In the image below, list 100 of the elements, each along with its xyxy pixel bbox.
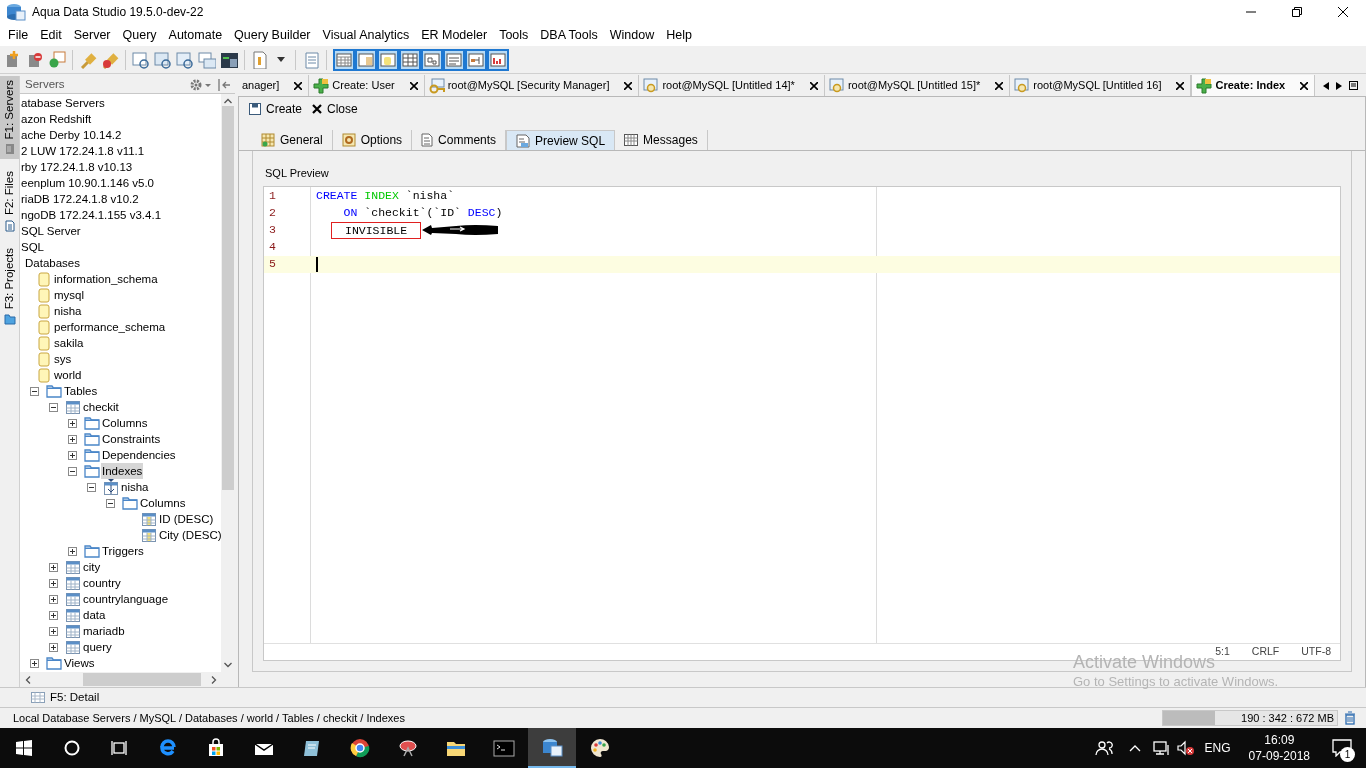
toolbar-button[interactable]: Close <box>310 99 360 119</box>
sub-tab[interactable]: General <box>252 130 333 150</box>
tree-toggle[interactable] <box>68 450 77 460</box>
tree-item[interactable]: Columns <box>101 415 149 431</box>
tree-toggle[interactable] <box>30 658 39 668</box>
tree-item[interactable]: data <box>82 607 107 623</box>
tree-item[interactable]: sys <box>53 351 73 367</box>
tree-item[interactable]: azon Redshift <box>20 111 93 127</box>
editor-tab[interactable]: Create: User <box>309 75 425 96</box>
view-toggle-button[interactable] <box>421 48 443 71</box>
sub-tab[interactable]: Messages <box>615 130 708 150</box>
side-tab[interactable]: F1: Servers <box>0 76 19 160</box>
tree-item[interactable]: 2 LUW 172.24.1.8 v11.1 <box>20 143 146 159</box>
tree-item[interactable]: mariadb <box>82 623 126 639</box>
clock-date[interactable]: 07-09-2018 <box>1248 748 1310 764</box>
view-toggle-button[interactable] <box>399 48 421 71</box>
editor-tab[interactable]: root@MySQL [Untitled 14]* <box>639 75 825 96</box>
tree-item[interactable]: Databases <box>24 255 81 271</box>
tree-toggle[interactable] <box>106 498 115 508</box>
tree-toggle[interactable] <box>49 402 58 412</box>
editor-tab[interactable]: root@MySQL [Untitled 15]* <box>824 75 1011 96</box>
tree-item[interactable]: Views <box>63 655 96 671</box>
taskbar-app[interactable] <box>528 728 576 768</box>
editor-tab[interactable]: root@MySQL [Untitled 16] <box>1010 75 1192 96</box>
sub-tab[interactable]: Comments <box>412 130 507 150</box>
side-tab[interactable]: F3: Projects <box>0 243 19 329</box>
tree-item[interactable]: SQL Server <box>20 223 82 239</box>
view-toggle-button[interactable] <box>487 48 509 71</box>
tree-item[interactable]: country <box>82 575 122 591</box>
language-indicator[interactable]: ENG <box>1204 739 1231 757</box>
tree-toggle[interactable] <box>68 466 77 476</box>
vertical-scrollbar[interactable] <box>221 94 235 672</box>
tree-toggle[interactable] <box>49 642 58 652</box>
tree-item[interactable]: Dependencies <box>101 447 177 463</box>
sub-tab[interactable]: Preview SQL <box>506 130 616 150</box>
menu-item[interactable]: Window <box>603 25 661 45</box>
view-toggle-button[interactable] <box>443 48 465 71</box>
tree-item[interactable]: countrylanguage <box>82 591 170 607</box>
tree-toggle[interactable] <box>68 418 77 428</box>
scroll-thumb[interactable] <box>222 106 234 490</box>
tree-item[interactable]: ID (DESC) <box>158 511 215 527</box>
horizontal-scrollbar[interactable] <box>20 672 235 687</box>
view-toggle-button[interactable] <box>355 48 377 71</box>
tree-item[interactable]: atabase Servers <box>20 95 106 111</box>
volume-muted-icon <box>1176 740 1195 756</box>
tree-item[interactable]: Tables <box>63 383 99 399</box>
menu-item[interactable]: Automate <box>162 25 229 45</box>
tree-item[interactable]: City (DESC) <box>158 527 221 543</box>
menu-item[interactable]: DBA Tools <box>534 25 604 45</box>
tree-toggle[interactable] <box>49 578 58 588</box>
view-toggle-button[interactable] <box>465 48 487 71</box>
tree-toggle[interactable] <box>49 610 58 620</box>
tree-item[interactable]: nisha <box>53 303 83 319</box>
view-toggle-button[interactable] <box>333 48 355 71</box>
tree-toggle[interactable] <box>68 546 77 556</box>
tree-item[interactable]: ngoDB 172.24.1.155 v3.4.1 <box>20 207 163 223</box>
toolbar-button[interactable]: Create <box>247 99 305 119</box>
tree-item[interactable]: sakila <box>53 335 85 351</box>
editor-tab[interactable]: anager] <box>238 75 310 96</box>
tree-toggle[interactable] <box>49 562 58 572</box>
tree-item[interactable]: city <box>82 559 102 575</box>
menu-item[interactable]: Query <box>116 25 163 45</box>
tree-item[interactable]: ache Derby 10.14.2 <box>20 127 123 143</box>
tree-item[interactable]: Indexes <box>101 463 144 479</box>
sub-tab[interactable]: Options <box>332 130 413 150</box>
tree-toggle[interactable] <box>49 594 58 604</box>
panel-layout-icon <box>379 50 397 69</box>
tree-item[interactable]: rby 172.24.1.8 v10.13 <box>20 159 134 175</box>
tree-item[interactable]: world <box>53 367 83 383</box>
side-tab[interactable]: F2: Files <box>0 167 19 236</box>
view-toggle-button[interactable] <box>377 48 399 71</box>
tree-item[interactable]: SQL <box>20 239 45 255</box>
tree-item[interactable]: Triggers <box>101 543 145 559</box>
scroll-thumb[interactable] <box>83 673 201 686</box>
menu-item[interactable]: Visual Analytics <box>316 25 416 45</box>
tree-item[interactable]: mysql <box>53 287 86 303</box>
menu-item[interactable]: ER Modeler <box>415 25 494 45</box>
clock-time[interactable]: 16:09 <box>1264 732 1295 748</box>
tree-item[interactable]: information_schema <box>53 271 159 287</box>
menu-item[interactable]: File <box>2 25 35 45</box>
tree-item[interactable]: query <box>82 639 113 655</box>
menu-item[interactable]: Tools <box>493 25 535 45</box>
tree-item[interactable]: checkit <box>82 399 120 415</box>
menu-item[interactable]: Help <box>660 25 698 45</box>
tree-item[interactable]: Columns <box>139 495 187 511</box>
tree-toggle[interactable] <box>30 386 39 396</box>
tree-item[interactable]: riaDB 172.24.1.8 v10.2 <box>20 191 140 207</box>
tree-toggle[interactable] <box>68 434 77 444</box>
tree-toggle[interactable] <box>49 626 58 636</box>
editor-tab[interactable]: Create: Index <box>1191 75 1316 96</box>
tree-item[interactable]: eenplum 10.90.1.146 v5.0 <box>20 175 155 191</box>
tree-toggle[interactable] <box>87 482 96 492</box>
tree-item[interactable]: Constraints <box>101 431 162 447</box>
menu-item[interactable]: Edit <box>34 25 68 45</box>
menu-item[interactable]: Query Builder <box>228 25 317 45</box>
tree-item[interactable]: nisha <box>120 479 150 495</box>
tree-item[interactable]: performance_schema <box>53 319 167 335</box>
editor-tab[interactable]: root@MySQL [Security Manager] <box>424 75 640 96</box>
detail-tab[interactable]: F5: Detail <box>50 688 100 707</box>
menu-item[interactable]: Server <box>67 25 117 45</box>
